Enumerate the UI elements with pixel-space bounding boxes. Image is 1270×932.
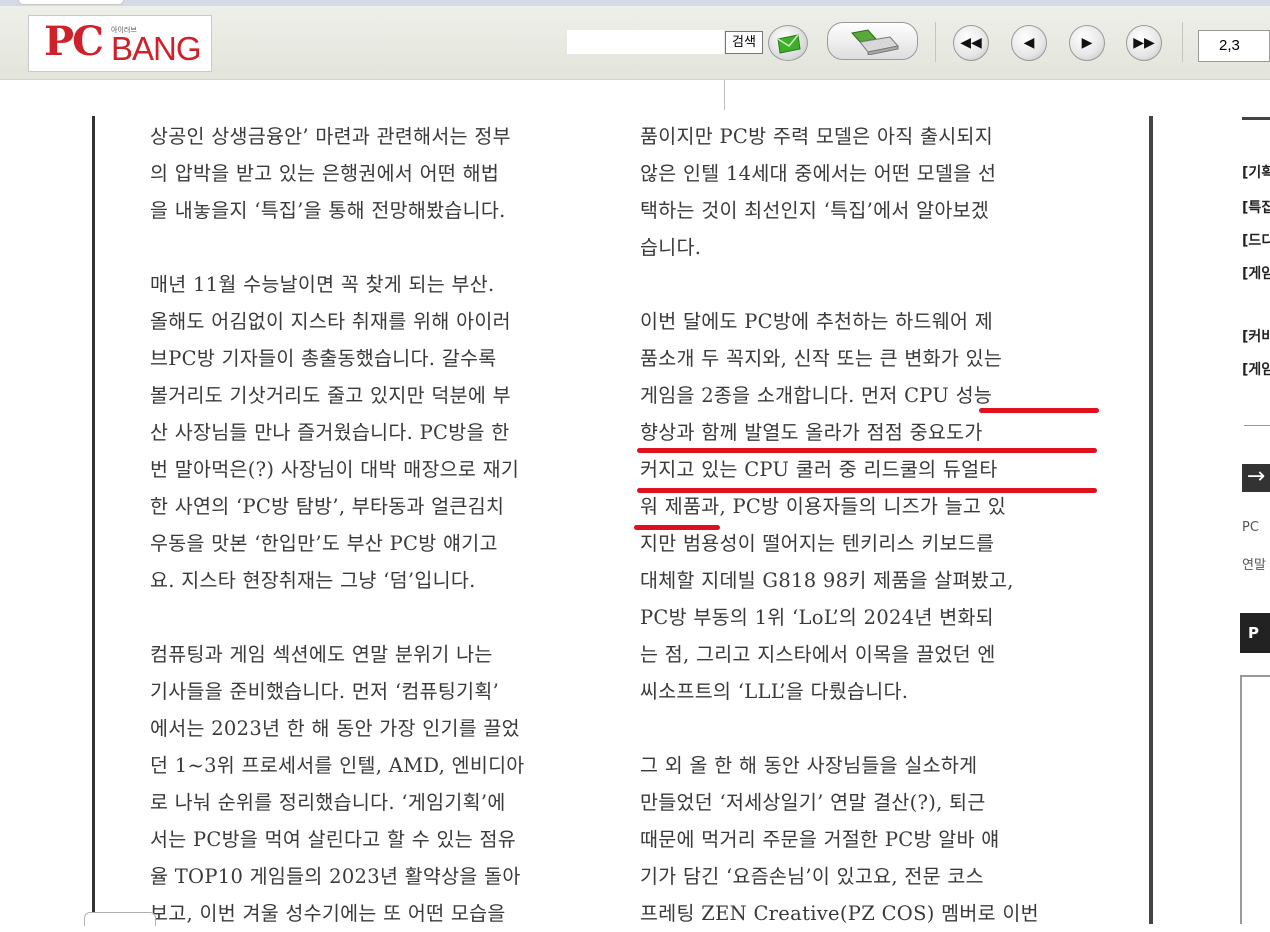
page-left-border [92, 116, 95, 924]
article-line: 서는 PC방을 먹여 살린다고 할 수 있는 점유 [150, 828, 516, 851]
article-line [640, 266, 1100, 303]
search-button[interactable]: 검색 [725, 31, 763, 54]
right-arrow-icon: ▶ [1081, 35, 1093, 51]
envelope-icon [777, 34, 801, 54]
article-line: 지만 범용성이 떨어지는 텐키리스 키보드를 [640, 532, 995, 555]
article-line: 품이지만 PC방 주력 모델은 아직 출시되지 [640, 125, 993, 148]
article-line: 향상과 함께 발열도 올라가 점점 중요도가 [640, 421, 983, 444]
article-line: 던 1~3위 프로세서를 인텔, AMD, 엔비디아 [150, 754, 525, 777]
article-line: 한 사연의 ‘PC방 탐방’, 부타동과 얼큰김치 [150, 495, 505, 518]
article-line: 프레팅 ZEN Creative(PZ COS) 멤버로 이번 [640, 902, 1039, 925]
next-page-button[interactable]: ▶ [1069, 25, 1105, 61]
highlight-underline [979, 408, 1099, 413]
highlight-underline [637, 488, 1097, 493]
double-left-arrow-icon: ◀◀ [960, 35, 982, 51]
sidebar-rule [1244, 425, 1270, 426]
article-line: 매년 11월 수능날이면 꼭 찾게 되는 부산. [150, 273, 495, 296]
window-strip [0, 0, 1270, 6]
article-line [150, 229, 610, 266]
article-line: 산 사장님들 만나 즐거웠습니다. PC방을 한 [150, 421, 510, 444]
first-page-button[interactable]: ◀◀ [953, 25, 989, 61]
article-line: 로 나눠 순위를 정리했습니다. ‘게임기획’에 [150, 791, 506, 814]
logo-bang-text: BANG [111, 30, 202, 67]
sidebar-top-mark [1242, 104, 1270, 120]
article-column-left: 상공인 상생금융안’ 마련과 관련해서는 정부의 압박을 받고 있는 은행권에서… [150, 118, 610, 932]
last-page-button[interactable]: ▶▶ [1126, 25, 1162, 61]
sidebar-link[interactable]: [기획 [1242, 162, 1270, 182]
article-line: 택하는 것이 최선인지 ‘특집’에서 알아보겠 [640, 199, 990, 222]
viewer-toolbar: PC 아이러브 BANG 검색 ◀◀ ◀ ▶ ▶▶ 2,3 [0, 0, 1270, 80]
highlight-underline [634, 525, 720, 530]
sidebar-text: PC [1242, 520, 1259, 535]
article-line: 컴퓨팅과 게임 섹션에도 연말 분위기 나는 [150, 643, 493, 666]
magazine-page: 상공인 상생금융안’ 마련과 관련해서는 정부의 압박을 받고 있는 은행권에서… [92, 116, 1156, 925]
article-line: 씨소프트의 ‘LLL’을 다뤘습니다. [640, 680, 909, 703]
article-line: 그 외 올 한 해 동안 사장님들을 실소하게 [640, 754, 978, 777]
printer-icon [851, 29, 899, 55]
document-viewport[interactable]: 상공인 상생금융안’ 마련과 관련해서는 정부의 압박을 받고 있는 은행권에서… [0, 80, 1270, 925]
article-line: 우동을 맛본 ‘한입만’도 부산 PC방 얘기고 [150, 532, 498, 555]
article-line: 습니다. [640, 236, 702, 259]
article-line: 품소개 두 꼭지와, 신작 또는 큰 변화가 있는 [640, 347, 1003, 370]
article-line: 볼거리도 기삿거리도 줄고 있지만 덕분에 부 [150, 384, 511, 407]
article-line: PC방 부동의 1위 ‘LoL’의 2024년 변화되 [640, 606, 994, 629]
article-line: 요. 지스타 현장취재는 그냥 ‘덤’입니다. [150, 569, 476, 592]
sidebar-link[interactable]: [특집 [1242, 197, 1270, 217]
arrow-right-icon[interactable]: → [1242, 464, 1270, 492]
article-line: 의 압박을 받고 있는 은행권에서 어떤 해법 [150, 162, 500, 185]
tab-stub[interactable] [18, 0, 124, 5]
article-line: 이번 달에도 PC방에 추천하는 하드웨어 제 [640, 310, 993, 333]
sidebar-section-header: P [1240, 613, 1270, 653]
logo-pc-text: PC [44, 18, 104, 65]
page-number-field[interactable]: 2,3 [1198, 30, 1270, 62]
article-line: 에서는 2023년 한 해 동안 가장 인기를 끌었 [150, 717, 520, 740]
article-line: 기사들을 준비했습니다. 먼저 ‘컴퓨팅기획’ [150, 680, 500, 703]
toolbar-separator [935, 22, 936, 62]
print-button[interactable] [827, 22, 918, 60]
prev-page-button[interactable]: ◀ [1011, 25, 1047, 61]
article-line: 율 TOP10 게임들의 2023년 활약상을 돌아 [150, 865, 521, 888]
article-line: 기가 담긴 ‘요즘손님’이 있고요, 전문 코스 [640, 865, 984, 888]
article-line: 않은 인텔 14세대 중에서는 어떤 모델을 선 [640, 162, 997, 185]
page-right-border [1149, 116, 1153, 924]
article-line: 대체할 지데빌 G818 98키 제품을 살펴봤고, [640, 569, 1014, 592]
sidebar-text: 연말 [1242, 558, 1266, 573]
article-line: 보고, 이번 겨울 성수기에는 또 어떤 모습을 [150, 902, 506, 925]
article-line: 만들었던 ‘저세상일기’ 연말 결산(?), 퇴근 [640, 791, 986, 814]
article-line: 워 제품과, PC방 이용자들의 니즈가 늘고 있 [640, 495, 1006, 518]
highlight-underline [637, 448, 1097, 453]
sidebar-link[interactable]: [드디 [1242, 230, 1270, 250]
article-line [640, 710, 1100, 747]
double-right-arrow-icon: ▶▶ [1133, 35, 1155, 51]
sidebar-box [1240, 675, 1270, 924]
article-line [150, 599, 610, 636]
article-line: 브PC방 기자들이 총출동했습니다. 갈수록 [150, 347, 497, 370]
search-input[interactable] [567, 30, 724, 54]
sidebar-link[interactable]: [커비 [1242, 326, 1270, 346]
pcbang-logo[interactable]: PC 아이러브 BANG [28, 15, 212, 72]
sidebar-link[interactable]: [게임 [1242, 263, 1270, 283]
sidebar-link[interactable]: [게임 [1242, 359, 1270, 379]
divider-line [724, 80, 725, 110]
article-line: 을 내놓을지 ‘특집’을 통해 전망해봤습니다. [150, 199, 506, 222]
article-line: 번 말아먹은(?) 사장님이 대박 매장으로 재기 [150, 458, 520, 481]
toolbar-separator [1182, 22, 1183, 62]
left-arrow-icon: ◀ [1023, 35, 1035, 51]
article-line: 올해도 어김없이 지스타 취재를 위해 아이러 [150, 310, 511, 333]
article-line: 는 점, 그리고 지스타에서 이목을 끌었던 엔 [640, 643, 996, 666]
email-button[interactable] [768, 25, 808, 61]
article-line: 때문에 먹거리 주문을 거절한 PC방 알바 얘 [640, 828, 1000, 851]
article-line: 상공인 상생금융안’ 마련과 관련해서는 정부 [150, 125, 511, 148]
right-sidebar: [기획 [특집 [드디 [게임 [커비 [게임 → PC 연말 P [1238, 80, 1270, 924]
article-line: 커지고 있는 CPU 쿨러 중 리드쿨의 듀얼타 [640, 458, 998, 481]
